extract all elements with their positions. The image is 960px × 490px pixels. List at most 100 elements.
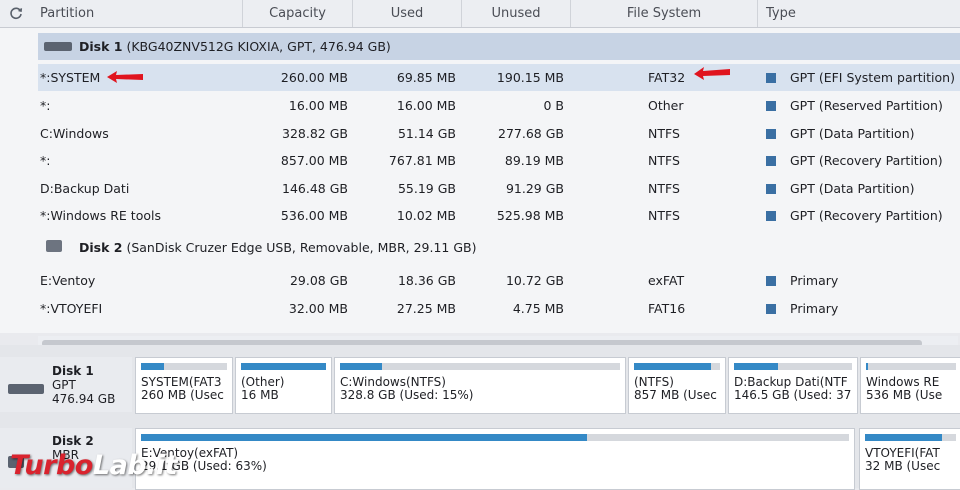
partition-used: 16.00 MB [396,98,456,113]
disk1-map-scheme: GPT [52,378,76,392]
partition-unused: 0 B [543,98,564,113]
partition-name: *:Windows RE tools [40,208,161,223]
disk1-map-title: Disk 1 [52,364,94,378]
hard-disk-icon [8,384,44,394]
disk2-row[interactable]: Disk 2 (SanDisk Cruzer Edge USB, Removab… [38,234,960,261]
partition-fs: Other [648,98,684,113]
disk2-map-title: Disk 2 [52,434,94,448]
column-unused[interactable]: Unused [462,0,571,27]
partition-block-size: 328.8 GB (Used: 15%) [340,388,474,402]
red-arrow-icon [694,67,730,80]
table-row[interactable]: *: 857.00 MB 767.81 MB 89.19 MB NTFS GPT… [38,147,960,174]
partition-used: 51.14 GB [397,126,456,141]
table-row[interactable]: C:Windows 328.82 GB 51.14 GB 277.68 GB N… [38,120,960,147]
partition-unused: 91.29 GB [505,181,564,196]
column-unused-label: Unused [491,6,541,21]
usage-bar [141,434,849,441]
disk1-label: Disk 1 [79,39,123,54]
usage-bar-fill [141,434,588,441]
partition-type: GPT (Recovery Partition) [790,208,943,223]
partition-used: 767.81 MB [388,153,456,168]
partition-type: GPT (EFI System partition) [790,70,955,85]
partition-used: 27.25 MB [396,301,456,316]
usage-bar [241,363,326,370]
partition-name: E:Ventoy [40,273,96,288]
partition-block-size: 260 MB (Usec [141,388,224,402]
partition-block[interactable]: (Other) 16 MB [235,357,332,414]
partition-block[interactable]: D:Backup Dati(NTF 146.5 GB (Used: 37 [728,357,858,414]
partition-type-icon [766,211,776,221]
partition-block[interactable]: E:Ventoy(exFAT) 29.1 GB (Used: 63%) [135,428,855,490]
partition-type: Primary [790,301,839,316]
table-row[interactable]: D:Backup Dati 146.48 GB 55.19 GB 91.29 G… [38,175,960,202]
partition-capacity: 328.82 GB [282,126,348,141]
partition-fs: NTFS [648,126,680,141]
partition-block-size: 857 MB (Usec [634,388,717,402]
table-row[interactable]: *:VTOYEFI 32.00 MB 27.25 MB 4.75 MB FAT1… [38,295,960,322]
table-row[interactable]: *:Windows RE tools 536.00 MB 10.02 MB 52… [38,202,960,229]
partition-capacity: 260.00 MB [280,70,348,85]
disk1-map-label[interactable]: Disk 1 GPT 476.94 GB [0,357,132,412]
partition-used: 10.02 MB [396,208,456,223]
partition-fs: exFAT [648,273,685,288]
partition-block[interactable]: VTOYEFI(FAT 32 MB (Usec [859,428,960,490]
table-row[interactable]: E:Ventoy 29.08 GB 18.36 GB 10.72 GB exFA… [38,267,960,294]
partition-used: 69.85 MB [396,70,456,85]
usage-bar-fill [241,363,326,370]
partition-block-size: 32 MB (Usec [865,459,941,473]
column-file-system-label: File System [626,6,702,21]
column-capacity[interactable]: Capacity [243,0,353,27]
partition-unused: 190.15 MB [496,70,564,85]
column-type[interactable]: Type [758,0,960,27]
partition-unused: 89.19 MB [504,153,564,168]
disk2-label: Disk 2 [79,240,123,255]
usage-bar [865,434,956,441]
column-file-system[interactable]: File System [571,0,758,27]
usage-bar [634,363,720,370]
partition-used: 55.19 GB [397,181,456,196]
partition-capacity: 146.48 GB [282,181,348,196]
partition-type-icon [766,156,776,166]
usage-bar-fill [340,363,382,370]
partition-type: Primary [790,273,839,288]
partition-type-icon [766,276,776,286]
refresh-icon[interactable] [9,6,23,20]
disk2-details: (SanDisk Cruzer Edge USB, Removable, MBR… [126,240,477,255]
partition-name: *:VTOYEFI [40,301,103,316]
partition-type-icon [766,304,776,314]
hard-disk-icon [44,42,72,51]
partition-fs: FAT32 [648,70,686,85]
partition-block-size: 536 MB (Use [866,388,943,402]
usage-bar [866,363,956,370]
partition-unused: 525.98 MB [496,208,564,223]
partition-capacity: 16.00 MB [288,98,348,113]
disk1-map-size: 476.94 GB [52,392,116,406]
partition-type-icon [766,184,776,194]
usage-bar-fill [866,363,868,370]
disk1-row[interactable]: Disk 1 (KBG40ZNV512G KIOXIA, GPT, 476.94… [38,33,960,60]
usage-bar [141,363,227,370]
partition-block[interactable]: (NTFS) 857 MB (Usec [628,357,726,414]
column-capacity-label: Capacity [269,6,326,21]
partition-type: GPT (Reserved Partition) [790,98,943,113]
partition-block[interactable]: C:Windows(NTFS) 328.8 GB (Used: 15%) [334,357,626,414]
column-type-label: Type [766,6,796,21]
partition-block[interactable]: Windows RE 536 MB (Use [860,357,960,414]
partition-unused: 4.75 MB [512,301,564,316]
usage-bar-fill [634,363,712,370]
usb-drive-icon [46,240,62,252]
table-row[interactable]: *: 16.00 MB 16.00 MB 0 B Other GPT (Rese… [38,92,960,119]
partition-name: *: [40,98,51,113]
partition-block[interactable]: SYSTEM(FAT3 260 MB (Usec [135,357,233,414]
column-partition[interactable]: Partition [40,0,243,27]
partition-name: *: [40,153,51,168]
partition-capacity: 536.00 MB [280,208,348,223]
table-row[interactable]: *:SYSTEM 260.00 MB 69.85 MB 190.15 MB FA… [38,64,960,91]
partition-type: GPT (Data Partition) [790,181,915,196]
partition-type-icon [766,73,776,83]
usage-bar-fill [141,363,165,370]
partition-unused: 10.72 GB [505,273,564,288]
column-used[interactable]: Used [353,0,462,27]
partition-used: 18.36 GB [397,273,456,288]
column-used-label: Used [390,6,424,21]
